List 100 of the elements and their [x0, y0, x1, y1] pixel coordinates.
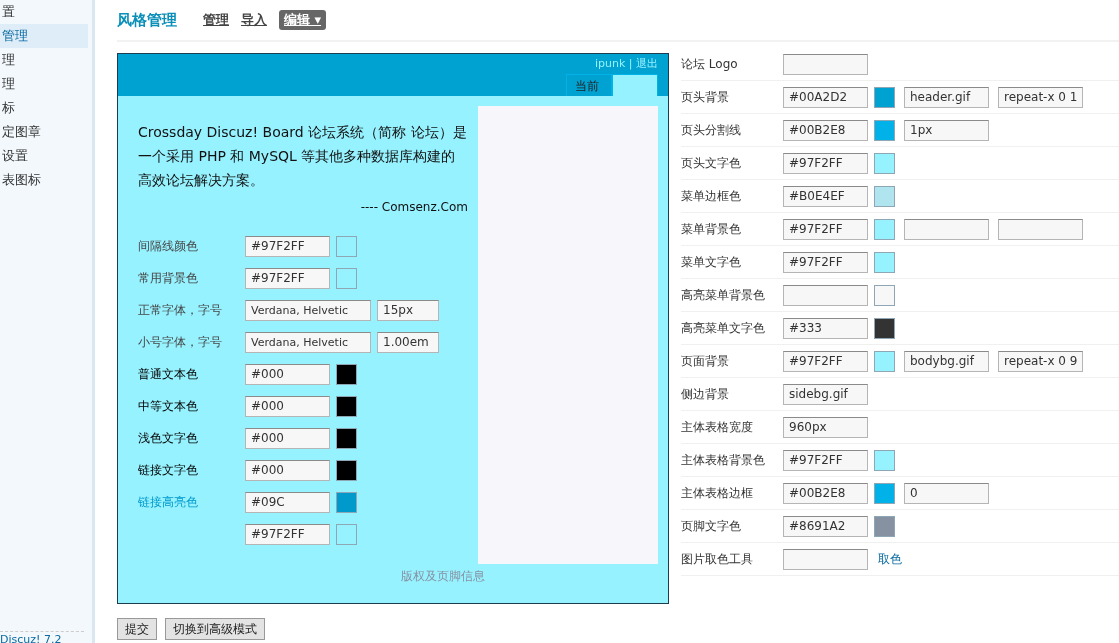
text-field[interactable]: #97F2FF	[245, 523, 330, 545]
color-swatch[interactable]	[336, 235, 357, 257]
text-field[interactable]: #97F2FF	[783, 449, 868, 471]
text-field[interactable]: #09C	[245, 491, 330, 513]
setting-label: 主体表格边框	[681, 485, 754, 502]
text-field[interactable]: 1px	[904, 119, 989, 141]
field-label: 小号字体，字号	[138, 334, 223, 351]
field-label: 正常字体，字号	[138, 302, 223, 319]
text-field[interactable]: bodybg.gif	[904, 350, 989, 372]
text-field[interactable]: #333	[783, 317, 868, 339]
setting-label: 高亮菜单背景色	[681, 287, 766, 304]
text-field[interactable]	[998, 218, 1083, 240]
text-field[interactable]: 960px	[783, 416, 868, 438]
text-field[interactable]: #B0E4EF	[783, 185, 868, 207]
setting-label: 主体表格背景色	[681, 452, 766, 469]
color-swatch[interactable]	[874, 515, 895, 537]
setting-label: 高亮菜单文字色	[681, 320, 766, 337]
text-field[interactable]: #00B2E8	[783, 482, 868, 504]
sidebar-item[interactable]: 管理	[0, 24, 88, 48]
text-field[interactable]: repeat-x 0 9	[998, 350, 1083, 372]
setting-label: 侧边背景	[681, 386, 730, 403]
color-swatch[interactable]	[874, 317, 895, 339]
nav-tab[interactable]: 编辑 ▾	[279, 10, 327, 30]
setting-label: 页面背景	[681, 353, 730, 370]
sidebar-item[interactable]: 理	[0, 72, 88, 96]
version-link[interactable]: Discuz! 7.2	[0, 631, 84, 643]
color-swatch[interactable]	[336, 491, 357, 513]
preview-tab[interactable]	[612, 74, 658, 96]
intro-link[interactable]: Crossday Discuz! Board	[138, 124, 304, 140]
setting-label: 论坛 Logo	[681, 56, 739, 73]
color-swatch[interactable]	[336, 363, 357, 385]
setting-label: 主体表格宽度	[681, 419, 754, 436]
sidebar-item[interactable]: 标	[0, 96, 88, 120]
setting-label: 菜单文字色	[681, 254, 742, 271]
signature: ---- Comsenz.Com	[359, 199, 468, 216]
nav-tab[interactable]: 导入	[241, 10, 267, 30]
text-field[interactable]: header.gif	[904, 86, 989, 108]
footer-text: 版权及页脚信息	[400, 568, 486, 585]
text-field[interactable]: #8691A2	[783, 515, 868, 537]
text-field[interactable]: #97F2FF	[245, 235, 330, 257]
sidebar-item[interactable]: 表图标	[0, 168, 88, 192]
intro-text: Crossday Discuz! Board 论坛系统（简称 论坛）是一个采用 PHP 和 MySQL 等其他多种数据库构建的高效论坛解决方案。	[138, 123, 468, 190]
field-label: 间隔线颜色	[138, 238, 199, 255]
setting-label: 图片取色工具	[681, 551, 754, 568]
sidebar-item[interactable]: 理	[0, 48, 88, 72]
color-swatch[interactable]	[336, 459, 357, 481]
setting-label: 页头文字色	[681, 155, 742, 172]
text-field[interactable]: #97F2FF	[783, 350, 868, 372]
setting-label: 页头分割线	[681, 122, 742, 139]
text-field[interactable]	[783, 53, 868, 75]
page-title: 风格管理	[117, 9, 177, 31]
text-field[interactable]: repeat-x 0 1	[998, 86, 1083, 108]
sidebar-item[interactable]: 设置	[0, 144, 88, 168]
text-field[interactable]: 0	[904, 482, 989, 504]
action-button[interactable]: 切换到高级模式	[165, 618, 265, 640]
text-field[interactable]: sidebg.gif	[783, 383, 868, 405]
text-field[interactable]: #000	[245, 427, 330, 449]
color-swatch[interactable]	[874, 449, 895, 471]
nav-tab[interactable]: 管理	[203, 10, 229, 30]
text-field[interactable]: 1.00em	[377, 331, 439, 353]
color-swatch[interactable]	[874, 218, 895, 240]
field-label: 浅色文字色	[138, 430, 199, 447]
color-swatch[interactable]	[874, 251, 895, 273]
sidebar-item[interactable]: 定图章	[0, 120, 88, 144]
sidebar-item[interactable]: 置	[0, 0, 88, 24]
setting-label: 页头背景	[681, 89, 730, 106]
color-swatch[interactable]	[874, 284, 895, 306]
color-swatch[interactable]	[336, 267, 357, 289]
text-field[interactable]: #00B2E8	[783, 119, 868, 141]
text-field[interactable]: #97F2FF	[783, 152, 868, 174]
text-field[interactable]	[904, 218, 989, 240]
field-label: 链接文字色	[138, 462, 199, 479]
color-swatch[interactable]	[874, 350, 895, 372]
text-field[interactable]	[783, 284, 868, 306]
preview-tab[interactable]: 当前	[566, 74, 612, 96]
text-field[interactable]: #000	[245, 395, 330, 417]
color-swatch[interactable]	[336, 523, 357, 545]
text-field[interactable]: Verdana, Helvetic	[245, 331, 371, 353]
text-field[interactable]: #000	[245, 363, 330, 385]
color-swatch[interactable]	[336, 427, 357, 449]
pick-color-link[interactable]: 取色	[878, 550, 902, 568]
text-field[interactable]	[783, 548, 868, 570]
action-button[interactable]: 提交	[117, 618, 157, 640]
setting-label: 菜单边框色	[681, 188, 742, 205]
text-field[interactable]: Verdana, Helvetic	[245, 299, 371, 321]
text-field[interactable]: #000	[245, 459, 330, 481]
color-swatch[interactable]	[336, 395, 357, 417]
text-field[interactable]: 15px	[377, 299, 439, 321]
color-swatch[interactable]	[874, 482, 895, 504]
setting-label: 菜单背景色	[681, 221, 742, 238]
text-field[interactable]: #97F2FF	[783, 218, 868, 240]
color-swatch[interactable]	[874, 119, 895, 141]
color-swatch[interactable]	[874, 152, 895, 174]
text-field[interactable]: #97F2FF	[245, 267, 330, 289]
color-swatch[interactable]	[874, 185, 895, 207]
text-field[interactable]: #97F2FF	[783, 251, 868, 273]
color-swatch[interactable]	[874, 86, 895, 108]
text-field[interactable]: #00A2D2	[783, 86, 868, 108]
field-label: 中等文本色	[138, 398, 199, 415]
setting-label: 页脚文字色	[681, 518, 742, 535]
